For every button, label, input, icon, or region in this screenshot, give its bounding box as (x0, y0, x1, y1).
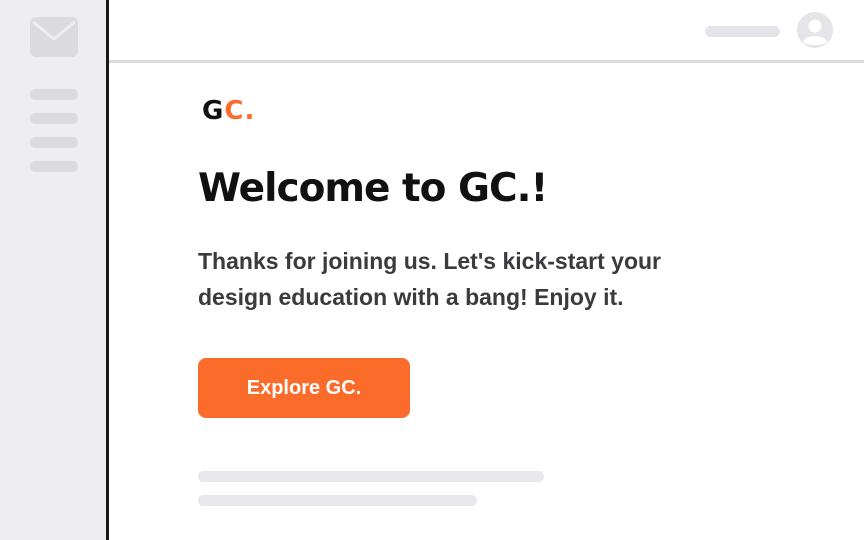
logo-dot: . (244, 96, 256, 126)
sidebar (0, 0, 109, 540)
email-body: Thanks for joining us. Let's kick-start … (198, 248, 661, 310)
text-placeholder-line (198, 495, 477, 506)
explore-button[interactable]: Explore GC. (198, 358, 410, 418)
sidebar-item-placeholder[interactable] (30, 161, 78, 172)
logo-letter-c: C (224, 96, 245, 126)
logo-letter-g: G (202, 96, 225, 126)
user-avatar-icon[interactable] (797, 12, 833, 48)
mail-icon[interactable] (30, 17, 78, 57)
brand-logo: GC. (202, 98, 255, 124)
text-placeholder-line (198, 471, 544, 482)
sidebar-item-placeholder[interactable] (30, 89, 78, 100)
sidebar-item-placeholder[interactable] (30, 137, 78, 148)
top-bar (109, 0, 864, 63)
sidebar-item-placeholder[interactable] (30, 113, 78, 124)
email-title: Welcome to GC.! (198, 166, 548, 211)
topbar-placeholder (705, 26, 780, 37)
